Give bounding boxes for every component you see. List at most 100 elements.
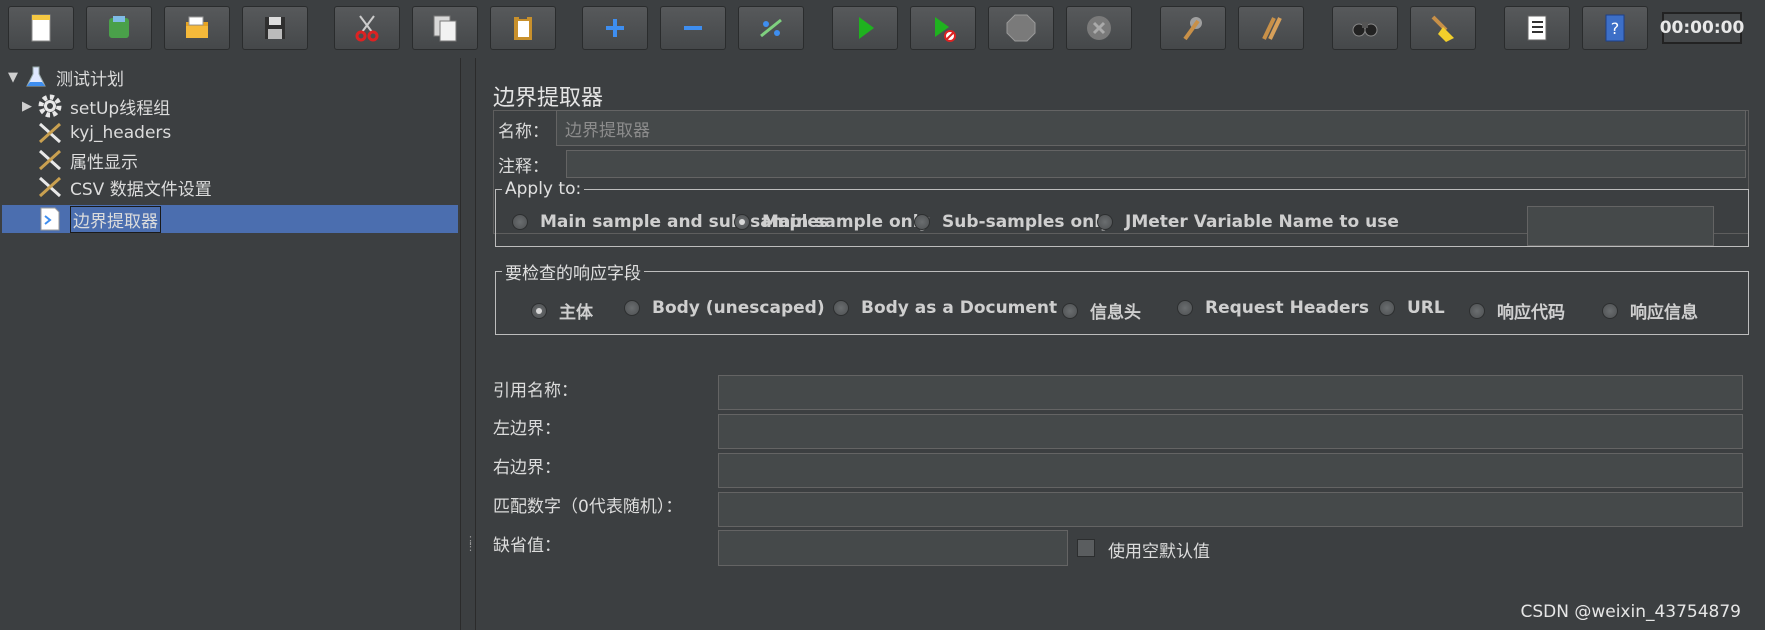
tree-item-kyj-headers[interactable]: kyj_headers xyxy=(36,120,171,146)
radio-dot-icon xyxy=(624,300,640,316)
radio-label: 响应信息 xyxy=(1630,303,1698,323)
new-button[interactable] xyxy=(8,6,74,50)
radio-body-as-document[interactable]: Body as a Document xyxy=(833,298,1057,318)
collapse-button[interactable] xyxy=(660,6,726,50)
radio-dot-selected-icon xyxy=(734,214,750,230)
list-icon xyxy=(1527,15,1547,41)
field-to-check-legend: 要检查的响应字段 xyxy=(505,264,641,284)
right-boundary-label: 右边界： xyxy=(493,458,561,478)
wrench-icon xyxy=(36,174,64,200)
boundary-extractor-panel: 边界提取器 名称： 边界提取器 注释： Apply to: Main sampl… xyxy=(476,58,1765,630)
scissors-icon xyxy=(355,15,379,42)
shutdown-button[interactable] xyxy=(1066,6,1132,50)
default-value-label: 缺省值： xyxy=(493,536,561,556)
radio-response-code[interactable]: 响应代码 xyxy=(1469,298,1565,323)
apply-to-legend: Apply to: xyxy=(505,179,582,199)
tree-item-label: CSV 数据文件设置 xyxy=(70,179,212,200)
templates-icon xyxy=(109,16,129,38)
left-boundary-label: 左边界： xyxy=(493,419,561,439)
radio-main-sample-only[interactable]: Main sample only xyxy=(734,212,930,232)
open-button[interactable] xyxy=(164,6,230,50)
expand-arrow-icon[interactable]: ▼ xyxy=(4,70,22,85)
broom-icon xyxy=(1431,15,1454,42)
csdn-watermark: CSDN @weixin_43754879 xyxy=(1520,602,1741,622)
radio-label: Sub-samples only xyxy=(942,212,1112,232)
panel-title: 边界提取器 xyxy=(493,86,604,111)
gear-icon xyxy=(36,93,64,119)
templates-button[interactable] xyxy=(86,6,152,50)
radio-label: Main sample only xyxy=(762,212,930,232)
match-number-label: 匹配数字（0代表随机）： xyxy=(493,497,683,517)
test-plan-flask-icon xyxy=(22,64,50,90)
radio-body[interactable]: 主体 xyxy=(531,298,593,323)
save-icon xyxy=(265,17,285,39)
ref-name-input[interactable] xyxy=(718,375,1743,410)
radio-url[interactable]: URL xyxy=(1379,298,1445,318)
reset-search-button[interactable] xyxy=(1410,6,1476,50)
wrench-icon xyxy=(36,147,64,173)
elapsed-timer: 00:00:00 xyxy=(1660,12,1744,44)
tree-item-property-display[interactable]: 属性显示 xyxy=(36,147,138,173)
radio-jmeter-variable[interactable]: JMeter Variable Name to use xyxy=(1097,212,1399,232)
broom-gear-icon xyxy=(1183,17,1202,41)
wrench-icon xyxy=(36,120,64,146)
radio-dot-icon xyxy=(1097,214,1113,230)
tree-item-boundary-extractor[interactable]: 边界提取器 xyxy=(36,205,161,233)
search-button[interactable] xyxy=(1332,6,1398,50)
radio-label: Request Headers xyxy=(1205,298,1370,318)
function-helper-button[interactable] xyxy=(1504,6,1570,50)
new-file-icon xyxy=(31,14,51,42)
play-no-timer-icon xyxy=(935,17,956,42)
left-boundary-input[interactable] xyxy=(718,414,1743,449)
name-label: 名称： xyxy=(498,122,549,142)
collapse-arrow-icon[interactable]: ▶ xyxy=(18,99,36,114)
name-field[interactable]: 边界提取器 xyxy=(556,110,1746,146)
match-number-input[interactable] xyxy=(718,492,1743,527)
radio-headers[interactable]: 信息头 xyxy=(1062,298,1141,323)
help-book-icon: ? xyxy=(1605,14,1625,42)
expand-button[interactable] xyxy=(582,6,648,50)
radio-response-message[interactable]: 响应信息 xyxy=(1602,298,1698,323)
toolbar: ? 00:00:00 xyxy=(0,0,1765,58)
tree-item-csv-data-set[interactable]: CSV 数据文件设置 xyxy=(36,174,212,200)
shutdown-icon xyxy=(1087,16,1111,40)
tree-item-setup-thread-group[interactable]: ▶ setUp线程组 xyxy=(18,93,170,119)
radio-body-unescaped[interactable]: Body (unescaped) xyxy=(624,298,825,318)
pane-splitter[interactable]: ⋮ ⋮ xyxy=(460,58,476,630)
test-plan-tree: ▼ 测试计划 ▶ setUp线程组 kyj_headers 属性显示 CSV 数… xyxy=(0,58,460,630)
field-to-check-group: 要检查的响应字段 xyxy=(495,259,1749,335)
radio-dot-icon xyxy=(914,214,930,230)
ref-name-label: 引用名称： xyxy=(493,381,578,401)
tree-item-label: kyj_headers xyxy=(70,123,172,143)
cut-button[interactable] xyxy=(334,6,400,50)
radio-dot-icon xyxy=(1062,302,1078,319)
comment-field[interactable] xyxy=(566,150,1746,178)
radio-dot-icon xyxy=(512,214,528,230)
use-empty-default-label: 使用空默认值 xyxy=(1108,542,1210,562)
binoculars-icon xyxy=(1352,22,1378,37)
help-button[interactable]: ? xyxy=(1582,6,1648,50)
paste-button[interactable] xyxy=(490,6,556,50)
radio-dot-icon xyxy=(1177,300,1193,316)
toggle-button[interactable] xyxy=(738,6,804,50)
paste-icon xyxy=(514,15,532,40)
radio-dot-icon xyxy=(1379,300,1395,316)
start-no-pauses-button[interactable] xyxy=(910,6,976,50)
jmeter-variable-input[interactable] xyxy=(1527,206,1714,246)
tree-item-test-plan[interactable]: ▼ 测试计划 xyxy=(4,64,124,90)
radio-sub-samples-only[interactable]: Sub-samples only xyxy=(914,212,1111,232)
radio-label: URL xyxy=(1407,298,1445,318)
radio-label: 主体 xyxy=(559,303,593,323)
clear-all-button[interactable] xyxy=(1238,6,1304,50)
radio-dot-icon xyxy=(833,300,849,316)
default-value-input[interactable] xyxy=(718,530,1068,566)
right-boundary-input[interactable] xyxy=(718,453,1743,488)
play-icon xyxy=(859,17,874,39)
start-button[interactable] xyxy=(832,6,898,50)
radio-request-headers[interactable]: Request Headers xyxy=(1177,298,1369,318)
use-empty-default-checkbox[interactable] xyxy=(1077,539,1095,557)
stop-button[interactable] xyxy=(988,6,1054,50)
save-button[interactable] xyxy=(242,6,308,50)
clear-button[interactable] xyxy=(1160,6,1226,50)
copy-button[interactable] xyxy=(412,6,478,50)
